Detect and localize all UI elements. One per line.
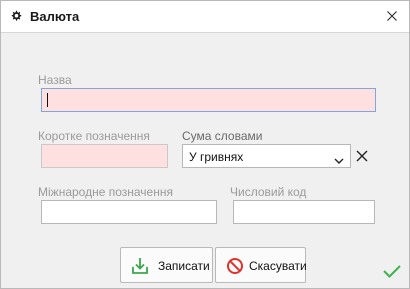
clear-selection-button[interactable] (355, 149, 369, 163)
chevron-down-icon (334, 153, 344, 167)
currency-dialog: Валюта Назва Коротке позначення Сума сло… (0, 0, 410, 289)
close-button[interactable] (383, 7, 401, 25)
cancel-button[interactable]: Скасувати (215, 247, 307, 283)
prohibited-icon (226, 257, 244, 278)
clear-icon (356, 150, 368, 162)
close-icon (387, 11, 397, 21)
save-button[interactable]: Записати (120, 247, 213, 283)
words-selected-value: У гривнях (189, 150, 244, 164)
code-label: Числовий код (230, 185, 307, 199)
text-caret (47, 93, 48, 107)
cancel-label: Скасувати (249, 259, 307, 273)
window-title: Валюта (30, 9, 80, 24)
gear-icon (10, 10, 22, 22)
code-input[interactable] (233, 200, 375, 224)
short-input[interactable] (41, 144, 168, 168)
name-label: Назва (38, 73, 72, 87)
short-label: Коротке позначення (38, 129, 150, 143)
words-select[interactable]: У гривнях (182, 144, 351, 168)
intl-label: Міжнародне позначення (38, 185, 173, 199)
download-icon (131, 257, 149, 278)
title-bar: Валюта (1, 1, 409, 33)
intl-input[interactable] (41, 200, 217, 224)
name-input[interactable] (41, 88, 376, 112)
words-label: Сума словами (182, 129, 263, 143)
save-label: Записати (158, 259, 210, 273)
checkmark-icon (382, 263, 402, 282)
